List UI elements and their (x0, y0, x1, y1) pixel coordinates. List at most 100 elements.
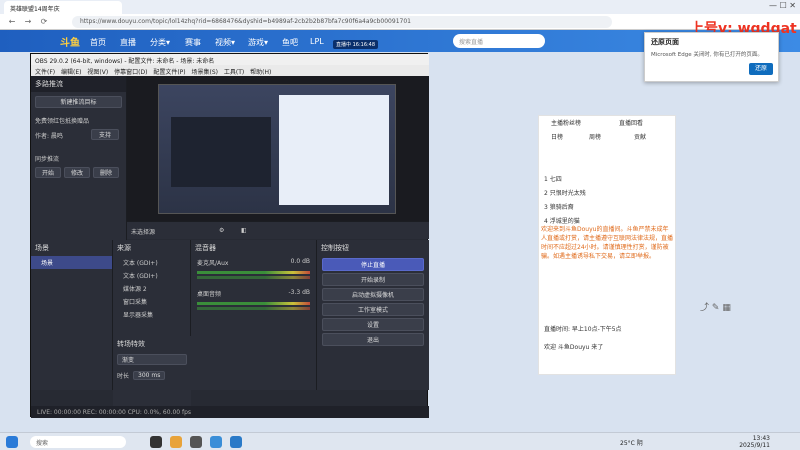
filter-icon[interactable]: ◧ (241, 227, 247, 234)
source-item[interactable]: 窗口采集 (113, 295, 190, 308)
virtual-camera-button[interactable]: 启动虚拟摄像机 (322, 288, 424, 301)
no-source-label: 未选择源 (131, 229, 156, 236)
tab-replay[interactable]: 直播回看 (619, 118, 643, 127)
captured-page (279, 95, 389, 205)
scenes-header: 场景 (35, 244, 49, 252)
nav-item[interactable]: 分类▾ (150, 37, 170, 48)
transition-select[interactable]: 渐变 (117, 354, 187, 365)
app-icon[interactable] (190, 436, 202, 448)
support-button[interactable]: 支持 (91, 129, 119, 140)
obs-preview[interactable] (127, 76, 429, 221)
preview-capture (158, 84, 396, 214)
transitions-header: 转场特效 (117, 340, 145, 348)
nav-item[interactable]: 赛事 (185, 37, 201, 48)
nav-item[interactable]: 视频▾ (215, 37, 235, 48)
obs-menu[interactable]: 文件(F) 编辑(E) 视图(V) 停靠窗口(D) 配置文件(P) 场景集(S)… (31, 65, 429, 76)
exit-button[interactable]: 退出 (322, 333, 424, 346)
rank-item: 4 浮城里的猫 (544, 218, 580, 225)
share-icon[interactable]: ⤴ (700, 303, 709, 313)
captured-obs (171, 117, 271, 187)
studio-mode-button[interactable]: 工作室模式 (322, 303, 424, 316)
promo-text: 免费领红包抵换赠品 (35, 118, 90, 125)
forward-icon[interactable]: → (22, 16, 34, 28)
start-recording-button[interactable]: 开始录制 (322, 273, 424, 286)
obs-window: OBS 29.0.2 (64-bit, windows) - 配置文件: 未命名… (30, 53, 429, 418)
edit-button[interactable]: 修改 (64, 167, 90, 178)
source-item[interactable]: 显示器采集 (113, 308, 190, 321)
search-input[interactable]: 搜索直播 (453, 34, 545, 48)
source-item[interactable]: 媒体源 2 (113, 282, 190, 295)
url-field[interactable]: https://www.douyu.com/topic/lol14zhq?rid… (72, 16, 612, 28)
sync-label: 同步推流 (35, 156, 60, 163)
source-item[interactable]: 文本 (GDI+) (113, 269, 190, 282)
start-button[interactable]: 开始 (35, 167, 61, 178)
subtab-contribution[interactable]: 贡献 (634, 132, 646, 141)
live-time-notice: 直播时间: 早上10点-下午5点 (544, 326, 622, 333)
browser-tab-bar: 英雄联盟14周年庆 — ☐ ✕ (0, 0, 800, 14)
obs-title: OBS 29.0.2 (64-bit, windows) - 配置文件: 未命名… (31, 54, 429, 65)
weather-widget[interactable]: 25°C 阴 (620, 438, 643, 447)
nav-item[interactable]: 游戏▾ (248, 37, 268, 48)
stop-streaming-button[interactable]: 停止直播 (322, 258, 424, 271)
clock-time: 13:43 (752, 435, 770, 442)
site-logo[interactable]: 斗鱼 (60, 34, 80, 49)
restore-pages-popup: 还原页面 Microsoft Edge 关闭时, 你有已打开的页面。 还原 (644, 32, 779, 82)
rank-item: 3 狼骑后裔 (544, 204, 574, 211)
nav-item[interactable]: 鱼吧 (282, 37, 298, 48)
mixer-header: 混音器 (195, 244, 216, 252)
tab-fan-rank[interactable]: 主播粉丝榜 (551, 118, 581, 127)
pen-icon[interactable]: ✎ (712, 303, 720, 313)
volume-slider[interactable] (197, 276, 310, 279)
app-icon[interactable] (230, 436, 242, 448)
mixer-level: -3.3 dB (288, 289, 310, 296)
app-icon[interactable] (170, 436, 182, 448)
delete-button[interactable]: 删除 (93, 167, 119, 178)
mixer-channel-name: 桌面音频 (197, 291, 222, 298)
mixer-panel: 混音器 麦克风/Aux 0.0 dB 桌面音频 -3.3 dB (191, 240, 317, 390)
window-controls[interactable]: — ☐ ✕ (769, 1, 796, 10)
mixer-channel-name: 麦克风/Aux (197, 260, 229, 267)
gear-icon[interactable]: ⚙ (219, 227, 224, 234)
rank-item: 2 只恨时光太残 (544, 190, 586, 197)
address-bar: ← → ⟳ https://www.douyu.com/topic/lol14z… (0, 14, 800, 30)
back-icon[interactable]: ← (6, 16, 18, 28)
start-icon[interactable] (6, 436, 18, 448)
app-icon[interactable] (150, 436, 162, 448)
duration-field[interactable]: 300 ms (133, 371, 166, 380)
grid-icon[interactable]: ▦ (722, 303, 731, 313)
nav-item[interactable]: 直播 (120, 37, 136, 48)
transitions-panel: 转场特效 渐变 时长 300 ms (113, 336, 191, 406)
scenes-panel: 场景 场景 (31, 240, 113, 390)
subtab-day[interactable]: 日榜 (551, 132, 563, 141)
edge-icon[interactable] (210, 436, 222, 448)
restore-button[interactable]: 还原 (749, 63, 773, 75)
mixer-level: 0.0 dB (290, 258, 310, 265)
controls-panel: 控制按钮 停止直播 开始录制 启动虚拟摄像机 工作室模式 设置 退出 (317, 240, 429, 390)
create-target-button[interactable]: 新建推流目标 (35, 96, 122, 108)
system-notice: 欢迎来到斗鱼Douyu的直播间。斗鱼严禁未成年人直播或打赏，请主播遵守互联网法律… (541, 226, 674, 260)
volume-slider[interactable] (197, 307, 310, 310)
obs-status-bar: LIVE: 00:00:00 REC: 00:00:00 CPU: 0.0%, … (31, 406, 429, 418)
taskbar-clock[interactable]: 13:43 2025/9/11 (739, 435, 770, 449)
welcome-message: 欢迎 斗鱼Douyu 来了 (544, 344, 604, 351)
source-toolbar: 未选择源 ⚙ ◧ (127, 221, 429, 239)
browser-tab[interactable]: 英雄联盟14周年庆 (4, 1, 122, 14)
taskbar-search[interactable]: 搜索 (30, 436, 126, 448)
popup-title: 还原页面 (651, 38, 679, 46)
nav-item[interactable]: 首页 (90, 37, 106, 48)
rank-item: 1 七四 (544, 176, 562, 183)
source-item[interactable]: 文本 (GDI+) (113, 256, 190, 269)
refresh-icon[interactable]: ⟳ (38, 16, 50, 28)
author-label: 作者: 晨鸣 (35, 133, 63, 140)
author-row: 作者: 晨鸣 支持 (31, 129, 126, 142)
nav-item[interactable]: LPL (310, 37, 324, 46)
settings-button[interactable]: 设置 (322, 318, 424, 331)
dock-title: 多路推流 (31, 76, 126, 92)
taskbar: 搜索 25°C 阴 13:43 2025/9/11 (0, 432, 800, 450)
volume-meter (197, 271, 310, 274)
scene-item[interactable]: 场景 (31, 256, 112, 269)
duration-label: 时长 (117, 373, 130, 380)
sources-header: 来源 (117, 244, 131, 252)
subtab-week[interactable]: 周榜 (589, 132, 601, 141)
toolbar-icons: ⤴ ✎ ▦ (700, 300, 731, 313)
